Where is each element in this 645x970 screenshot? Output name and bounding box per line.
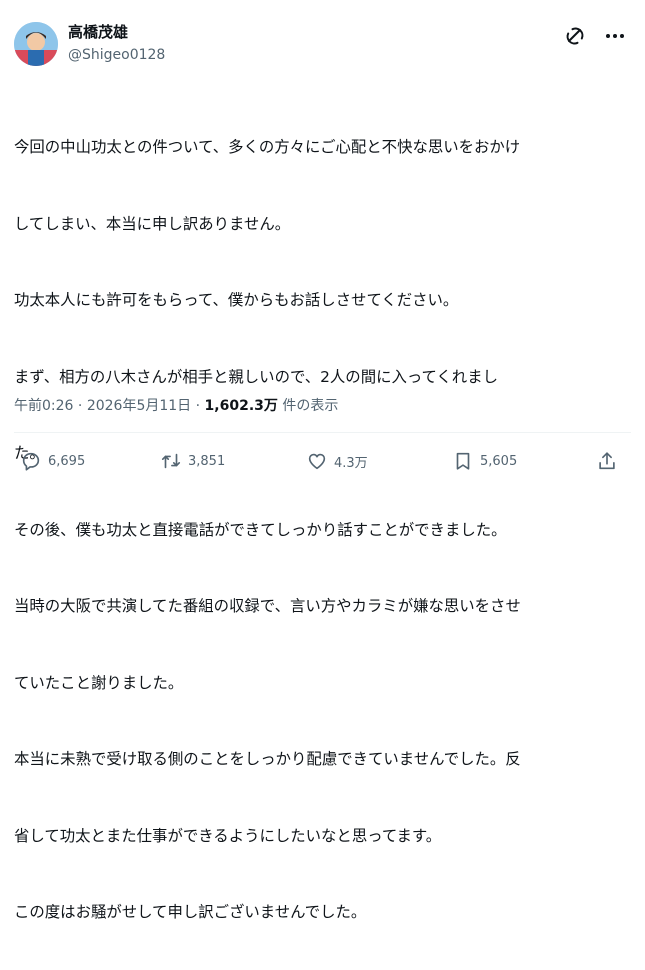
- post-text-line: 功太本人にも許可をもらって、僕からもお話しさせてください。: [14, 291, 459, 309]
- author-name[interactable]: 高橋茂雄: [68, 22, 165, 42]
- reply-button[interactable]: 6,695: [20, 450, 85, 472]
- repost-button[interactable]: 3,851: [160, 450, 225, 472]
- meta-separator: ·: [73, 398, 87, 414]
- post-text-line: まず、相方の八木さんが相手と親しいので、2人の間に入ってくれまし: [14, 367, 498, 386]
- grok-icon[interactable]: [563, 24, 587, 48]
- bookmark-count: 5,605: [480, 453, 518, 469]
- share-button[interactable]: [596, 450, 618, 472]
- divider: [14, 432, 631, 433]
- like-button[interactable]: 4.3万: [306, 450, 368, 472]
- views-count: 1,602.3万: [204, 398, 278, 414]
- post-text-line: 本当に未熟で受け取る側のことをしっかり配慮できていませんでした。反: [14, 750, 521, 768]
- author-block: 高橋茂雄 @Shigeo0128: [68, 22, 165, 65]
- post-text-line: してしまい、本当に申し訳ありません。: [14, 214, 291, 233]
- repost-icon: [161, 453, 181, 469]
- post-card: 高橋茂雄 @Shigeo0128 今回の中山功太との件ついて、多くの方々にご心配…: [0, 0, 645, 921]
- views-label: 件の表示: [277, 398, 339, 414]
- share-icon: [599, 452, 615, 470]
- reply-icon: [22, 452, 40, 471]
- like-icon: [308, 453, 326, 470]
- author-handle[interactable]: @Shigeo0128: [68, 45, 165, 65]
- post-text-line: その後、僕も功太と直接電話ができてしっかり話すことができました。: [14, 520, 507, 539]
- post-text-line: この度はお騒がせして申し訳ございませんでした。: [14, 903, 367, 921]
- action-bar: 6,695 3,851 4.3万 5,605: [14, 450, 631, 480]
- post-text-line: 今回の中山功太との件ついて、多くの方々にご心配と不快な思いをおかけ: [14, 138, 521, 156]
- post-meta: 午前0:26 · 2026年5月11日 · 1,602.3万 件の表示: [14, 396, 338, 416]
- bookmark-icon: [456, 452, 470, 470]
- post-date[interactable]: 2026年5月11日: [87, 398, 191, 414]
- repost-count: 3,851: [188, 453, 226, 469]
- more-icon[interactable]: [603, 24, 627, 48]
- post-text: 今回の中山功太との件ついて、多くの方々にご心配と不快な思いをおかけ してしまい、…: [14, 84, 634, 970]
- like-count: 4.3万: [334, 455, 368, 471]
- post-time[interactable]: 午前0:26: [14, 398, 73, 414]
- post-text-line: ていたこと謝りました。: [14, 673, 184, 692]
- post-text-line: 省して功太とまた仕事ができるようにしたいなと思ってます。: [14, 826, 442, 845]
- bookmark-button[interactable]: 5,605: [452, 450, 517, 472]
- meta-separator: ·: [191, 398, 205, 414]
- reply-count: 6,695: [48, 453, 86, 469]
- post-text-line: 当時の大阪で共演してた番組の収録で、言い方やカラミが嫌な思いをさせ: [14, 597, 521, 615]
- avatar[interactable]: [14, 22, 58, 66]
